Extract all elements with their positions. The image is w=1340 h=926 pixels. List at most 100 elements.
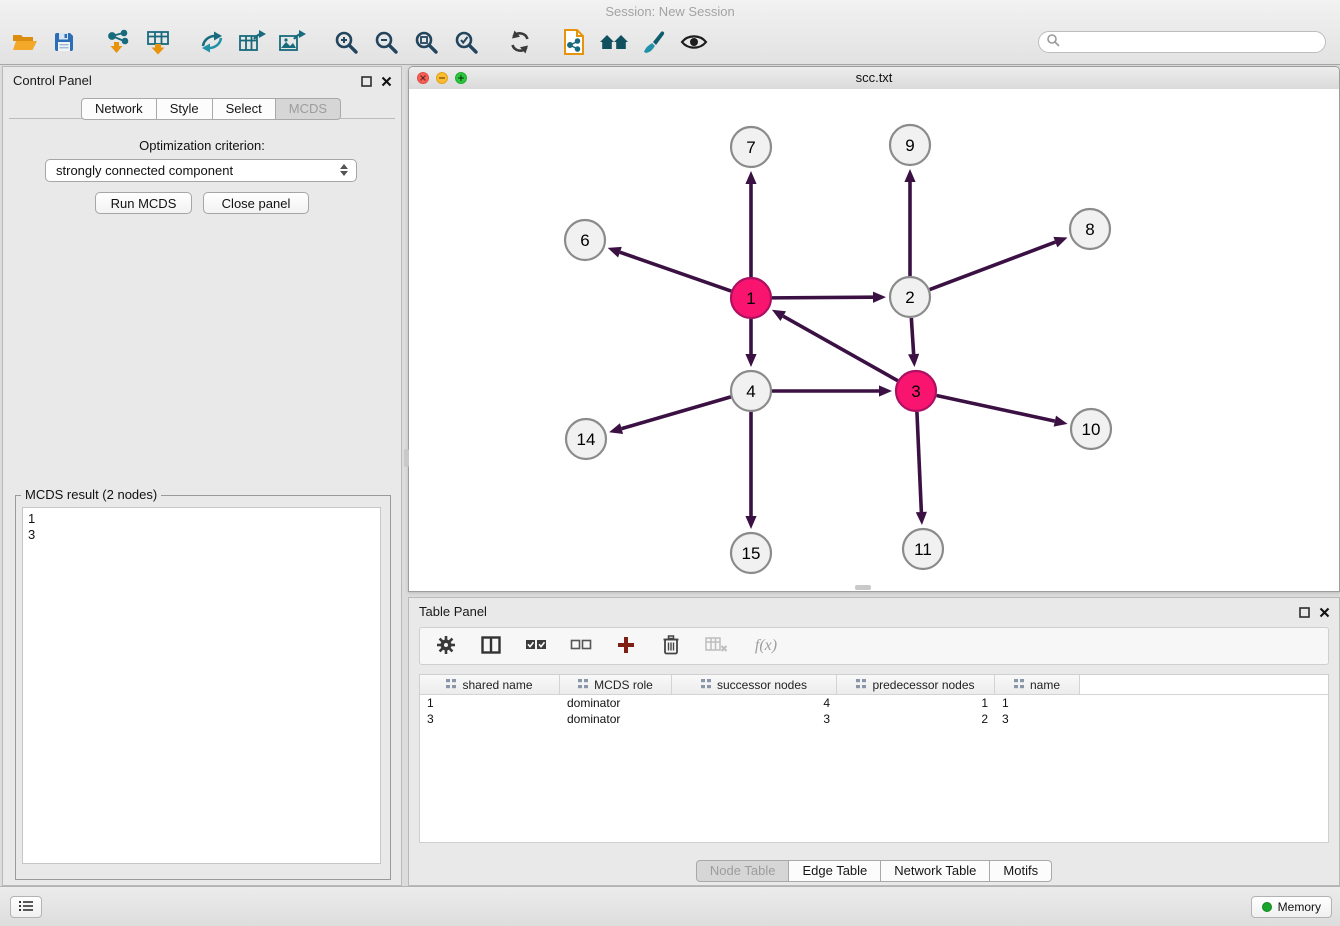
graph-edge-3-1[interactable] [772,310,898,381]
float-panel-icon[interactable] [361,74,372,92]
tab-network[interactable]: Network [81,98,157,120]
zoom-fit-icon [413,29,439,58]
new-network-from-selection-button[interactable] [554,25,594,61]
network-arrows-button[interactable] [192,25,232,61]
show-hide-panels-button[interactable] [594,25,634,61]
graph-edge-1-4[interactable] [745,319,756,367]
table-cell: 2 [837,712,995,726]
open-folder-icon [11,30,38,57]
main-toolbar [4,24,714,62]
network-canvas[interactable]: 7 9 6 8 1 2 4 3 14 10 15 11 [409,89,1339,591]
vertical-splitter-handle[interactable] [404,449,409,467]
tab-network-table[interactable]: Network Table [881,860,990,882]
graph-edge-1-2[interactable] [772,292,886,303]
table-row[interactable]: 1dominator411 [420,695,1328,711]
select-all-rows-button[interactable] [524,633,548,659]
import-network-button[interactable] [98,25,138,61]
graph-edge-4-14[interactable] [609,397,731,434]
graph-node-6[interactable]: 6 [565,220,605,260]
import-network-icon [105,29,131,58]
column-header-successor-nodes[interactable]: successor nodes [672,675,837,694]
refresh-icon [507,29,533,58]
zoom-selected-button[interactable] [446,25,486,61]
graph-edge-2-3[interactable] [908,318,919,367]
column-header-label: shared name [462,678,532,692]
table-settings-button[interactable] [434,633,458,659]
graph-node-9[interactable]: 9 [890,125,930,165]
mcds-result-list[interactable]: 13 [22,507,381,864]
refresh-view-button[interactable] [500,25,540,61]
graph-edge-4-15[interactable] [745,412,756,529]
close-panel-icon[interactable] [1319,605,1330,623]
search-box[interactable] [1038,31,1326,53]
apply-style-button[interactable] [634,25,674,61]
column-header-predecessor-nodes[interactable]: predecessor nodes [837,675,995,694]
close-panel-icon[interactable] [381,74,392,92]
column-visibility-button[interactable] [479,633,503,659]
svg-text:15: 15 [742,544,761,563]
export-image-icon [278,29,306,58]
horizontal-scrollbar-handle[interactable] [855,585,871,590]
close-window-icon[interactable] [417,72,429,84]
table-delete-icon [705,637,728,656]
criterion-dropdown[interactable]: strongly connected component [45,159,357,182]
show-graphics-details-button[interactable] [674,25,714,61]
fx-icon: f(x) [755,637,777,655]
export-table-button[interactable] [232,25,272,61]
zoom-fit-button[interactable] [406,25,446,61]
tab-edge-table[interactable]: Edge Table [789,860,881,882]
graph-node-11[interactable]: 11 [903,529,943,569]
tab-motifs[interactable]: Motifs [990,860,1052,882]
graph-node-2[interactable]: 2 [890,277,930,317]
run-mcds-button[interactable]: Run MCDS [95,192,192,214]
graph-node-14[interactable]: 14 [566,419,606,459]
column-header-name[interactable]: name [995,675,1080,694]
graph-edge-1-6[interactable] [608,247,732,291]
column-edit-icon [1014,678,1025,692]
memory-button[interactable]: Memory [1251,896,1332,918]
deselect-all-rows-button[interactable] [569,633,593,659]
graph-edge-3-11[interactable] [916,412,927,525]
network-window-titlebar[interactable]: scc.txt [409,67,1339,90]
dropdown-arrows-icon [340,164,348,176]
delete-column-button[interactable] [659,633,683,659]
graph-node-15[interactable]: 15 [731,533,771,573]
function-builder-button[interactable]: f(x) [749,633,783,659]
table-row[interactable]: 3dominator323 [420,711,1328,727]
graph-edge-1-7[interactable] [745,171,756,277]
graph-node-1[interactable]: 1 [731,278,771,318]
zoom-out-button[interactable] [366,25,406,61]
open-session-button[interactable] [4,25,44,61]
tab-style[interactable]: Style [157,98,213,120]
task-history-button[interactable] [10,896,42,918]
save-session-button[interactable] [44,25,84,61]
column-header-MCDS-role[interactable]: MCDS role [560,675,672,694]
search-input[interactable] [1064,33,1325,51]
tab-select[interactable]: Select [213,98,276,120]
graph-node-3[interactable]: 3 [896,371,936,411]
minimize-window-icon[interactable] [436,72,448,84]
zoom-out-icon [373,29,399,58]
graph-edge-2-8[interactable] [930,237,1068,290]
tab-mcds[interactable]: MCDS [276,98,341,120]
graph-edge-3-10[interactable] [937,395,1068,426]
graph-node-7[interactable]: 7 [731,127,771,167]
graph-node-4[interactable]: 4 [731,371,771,411]
close-panel-button[interactable]: Close panel [203,192,309,214]
column-header-shared-name[interactable]: shared name [420,675,560,694]
import-table-button[interactable] [138,25,178,61]
graph-edge-2-9[interactable] [904,169,915,276]
column-edit-icon [446,678,457,692]
add-column-button[interactable] [614,633,638,659]
graph-node-10[interactable]: 10 [1071,409,1111,449]
graph-node-8[interactable]: 8 [1070,209,1110,249]
float-panel-icon[interactable] [1299,605,1310,623]
tab-node-table[interactable]: Node Table [696,860,790,882]
svg-text:1: 1 [746,289,755,308]
maximize-window-icon[interactable] [455,72,467,84]
graph-edge-4-3[interactable] [772,385,892,396]
table-panel-tabs: Node TableEdge TableNetwork TableMotifs [409,860,1339,882]
zoom-in-button[interactable] [326,25,366,61]
delete-table-button[interactable] [704,633,728,659]
export-image-button[interactable] [272,25,312,61]
